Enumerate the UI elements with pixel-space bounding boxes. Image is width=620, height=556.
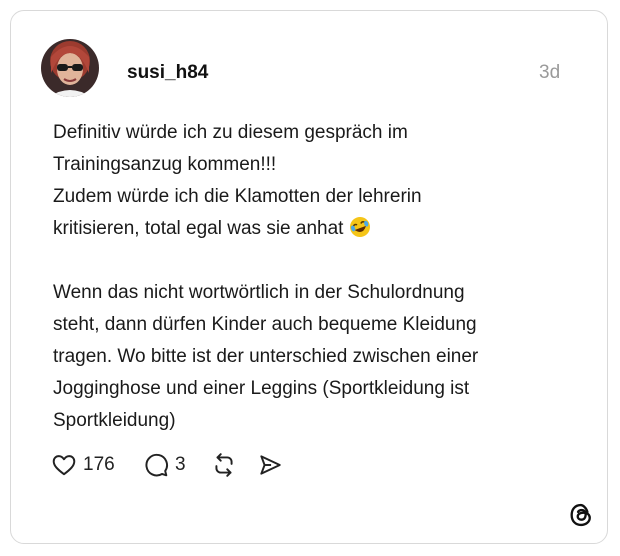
threads-logo-icon[interactable]	[567, 501, 595, 529]
avatar[interactable]	[41, 39, 99, 97]
post-line: kritisieren, total egal was sie anhat	[53, 213, 593, 245]
reply-button[interactable]: 3	[143, 451, 186, 479]
laughing-emoji-icon	[349, 216, 371, 238]
repost-button[interactable]	[211, 451, 237, 479]
like-button[interactable]: 176	[51, 451, 115, 479]
heart-icon	[51, 452, 77, 478]
post-line: Zudem würde ich die Klamotten der lehrer…	[53, 186, 422, 207]
post-line: Jogginghose und einer Leggins (Sportklei…	[53, 378, 470, 399]
post-line: tragen. Wo bitte ist der unterschied zwi…	[53, 346, 479, 367]
post-line-text: kritisieren, total egal was sie anhat	[53, 218, 344, 239]
post-line: Trainingsanzug kommen!!!	[53, 154, 277, 175]
post-line: steht, dann dürfen Kinder auch bequeme K…	[53, 314, 477, 335]
repost-icon	[211, 452, 237, 478]
post-card: susi_h84 3d Definitiv würde ich zu diese…	[10, 10, 608, 544]
post-line: Wenn das nicht wortwörtlich in der Schul…	[53, 282, 465, 303]
reply-count: 3	[175, 454, 186, 475]
share-button[interactable]	[257, 451, 283, 479]
post-line: Definitiv würde ich zu diesem gespräch i…	[53, 122, 408, 143]
comment-icon	[143, 452, 169, 478]
post-text: Definitiv würde ich zu diesem gespräch i…	[53, 117, 593, 437]
post-line: Sportkleidung)	[53, 410, 176, 431]
timestamp: 3d	[539, 62, 561, 83]
like-count: 176	[83, 454, 115, 475]
username[interactable]: susi_h84	[127, 62, 208, 84]
share-icon	[257, 452, 283, 478]
